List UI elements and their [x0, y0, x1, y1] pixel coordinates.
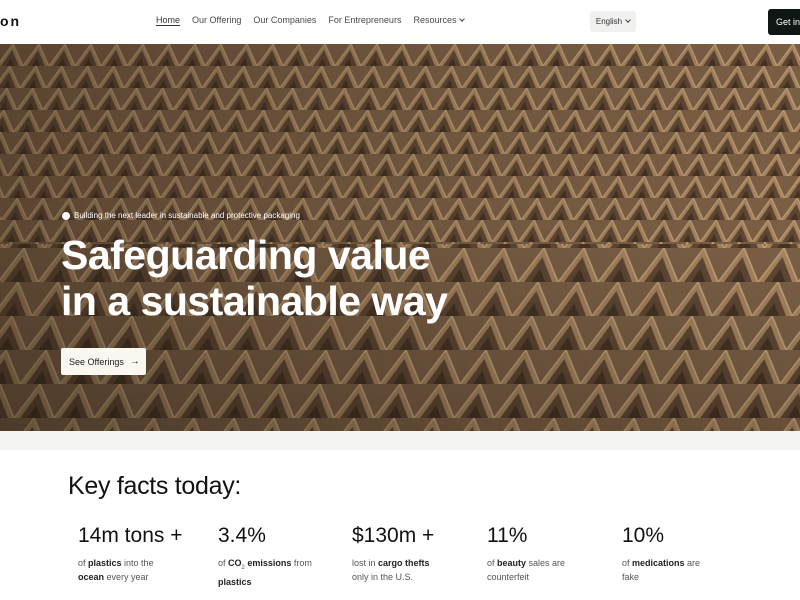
chevron-down-icon	[459, 16, 466, 22]
fact-card: $130m + lost in cargo thefts only in the …	[352, 524, 472, 584]
top-navigation: on Home Our Offering Our Companies For E…	[0, 0, 800, 44]
fact-description: of plastics into the ocean every year	[78, 558, 154, 582]
fact-value: 3.4%	[218, 524, 266, 547]
fact-description: of beauty sales are counterfeit	[487, 558, 566, 582]
nav-link-resources[interactable]: Resources	[413, 15, 466, 25]
fact-description: of CO2 emissions from plastics	[218, 558, 312, 587]
get-in-touch-button[interactable]: Get in	[768, 9, 800, 35]
nav-link-resources-label: Resources	[413, 15, 457, 25]
language-selector[interactable]: English	[590, 11, 636, 32]
nav-link-our-offering[interactable]: Our Offering	[192, 15, 241, 25]
see-offerings-button[interactable]: See Offerings →	[61, 348, 146, 375]
see-offerings-label: See Offerings	[69, 356, 124, 367]
logo[interactable]: on	[0, 13, 21, 29]
hero-section: Building the next leader in sustainable …	[0, 44, 800, 431]
fact-description: of medications are fake	[622, 558, 701, 582]
hero-headline-line-2: in a sustainable way	[61, 278, 448, 324]
fact-card: 3.4% of CO2 emissions from plastics	[218, 524, 338, 589]
fact-value: 14m tons +	[78, 524, 183, 547]
nav-link-our-companies[interactable]: Our Companies	[253, 15, 316, 25]
arrow-right-icon: →	[129, 356, 140, 367]
fact-card: 11% of beauty sales are counterfeit	[487, 524, 607, 584]
nav-link-home[interactable]: Home	[156, 15, 180, 25]
key-facts-title: Key facts today:	[68, 472, 242, 500]
dot-icon	[62, 211, 70, 220]
hero-headline: Safeguarding value in a sustainable way	[61, 232, 448, 324]
fact-description: lost in cargo thefts only in the U.S.	[352, 558, 430, 582]
chevron-down-icon	[625, 16, 631, 23]
language-label: English	[595, 17, 623, 26]
fact-value: 11%	[487, 524, 528, 547]
hero-tagline: Building the next leader in sustainable …	[62, 211, 300, 220]
hero-headline-line-1: Safeguarding value	[61, 232, 431, 278]
fact-card: 14m tons + of plastics into the ocean eve…	[78, 524, 198, 584]
fact-card: 10% of medications are fake	[622, 524, 742, 584]
fact-value: $130m +	[352, 524, 435, 547]
fact-value: 10%	[622, 524, 665, 547]
nav-links: Home Our Offering Our Companies For Entr…	[156, 15, 476, 25]
nav-link-for-entrepreneurs[interactable]: For Entrepreneurs	[328, 15, 401, 25]
hero-tagline-text: Building the next leader in sustainable …	[74, 211, 300, 220]
key-facts-section: Key facts today: 14m tons + of plastics …	[0, 450, 800, 600]
